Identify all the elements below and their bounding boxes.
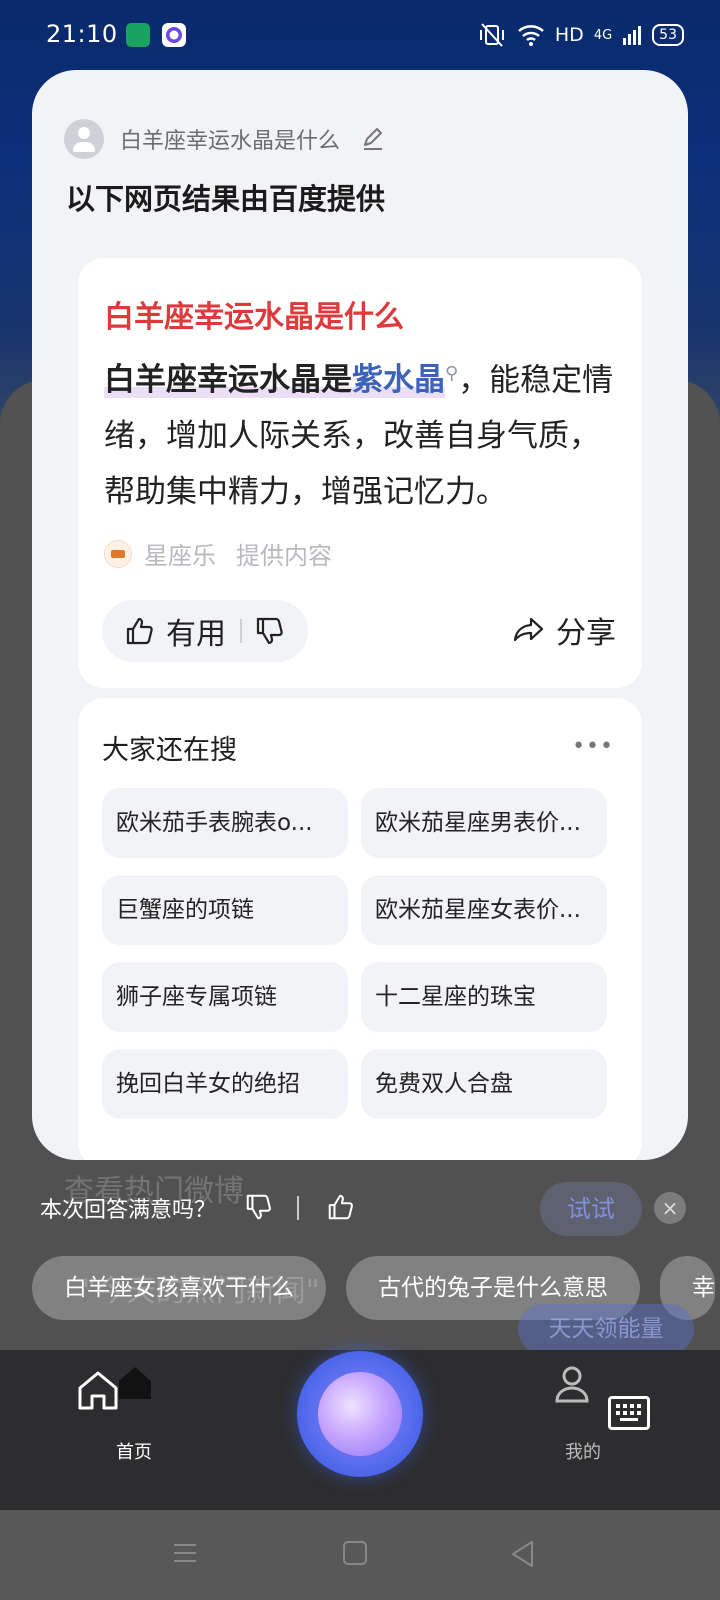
- thumbs-down-icon[interactable]: [254, 615, 286, 647]
- assistant-notification-icon: [162, 23, 186, 47]
- related-chip[interactable]: 免费双人合盘: [361, 1049, 607, 1119]
- useful-label[interactable]: 有用: [166, 609, 226, 653]
- divider: [297, 1196, 299, 1220]
- related-chip[interactable]: 挽回白羊女的绝招: [102, 1049, 348, 1119]
- signal-icon: [623, 26, 642, 45]
- nav-me-label: 我的: [565, 1442, 601, 1463]
- close-icon[interactable]: ×: [654, 1192, 686, 1224]
- query-row: 白羊座幸运水晶是什么: [64, 118, 386, 160]
- try-button[interactable]: 试试: [540, 1182, 642, 1236]
- related-chip[interactable]: 巨蟹座的项链: [102, 875, 348, 945]
- feedback-pill: 有用: [102, 600, 308, 662]
- keyboard-icon[interactable]: [608, 1396, 650, 1430]
- signal-label: 4G: [593, 27, 613, 43]
- app-notification-icon: [126, 23, 150, 47]
- source-logo-icon: [104, 539, 132, 568]
- share-icon: [513, 617, 544, 642]
- network-label: HD: [554, 24, 584, 46]
- related-chip[interactable]: 狮子座专属项链: [102, 962, 348, 1032]
- answer-card: 白羊座幸运水晶是什么 白羊座幸运水晶是紫水晶⚲，能稳定情绪，增加人际关系，改善自…: [78, 258, 642, 688]
- related-searches: 大家还在搜 ••• 欧米茄手表腕表o... 欧米茄星座男表价... 巨蟹座的项链…: [78, 698, 642, 1160]
- source-name: 星座乐: [144, 542, 216, 570]
- energy-button[interactable]: 天天领能量: [518, 1304, 694, 1354]
- answer-panel: 白羊座幸运水晶是什么 以下网页结果由百度提供 白羊座幸运水晶是什么 白羊座幸运水…: [32, 70, 688, 1160]
- nav-home-label: 首页: [116, 1442, 152, 1463]
- status-time: 21:10: [46, 20, 118, 48]
- answer-highlight-prefix: 白羊座幸运水晶是: [104, 362, 352, 399]
- status-indicators: HD 4G 53: [477, 20, 684, 50]
- profile-icon[interactable]: [554, 1364, 590, 1404]
- thumbs-down-icon[interactable]: [244, 1192, 274, 1222]
- vibrate-off-icon: [479, 23, 504, 47]
- thumbs-up-icon[interactable]: [124, 615, 156, 647]
- battery-icon: 53: [652, 24, 684, 46]
- back-icon[interactable]: [510, 1540, 536, 1568]
- related-title: 大家还在搜: [102, 735, 237, 766]
- status-bar: 21:10 HD 4G 53: [0, 0, 720, 72]
- home-button-icon[interactable]: [342, 1540, 368, 1566]
- nav-home[interactable]: [74, 1364, 214, 1444]
- share-label: 分享: [556, 616, 616, 651]
- related-chip[interactable]: 十二星座的珠宝: [361, 962, 607, 1032]
- related-chip[interactable]: 欧米茄星座女表价...: [361, 875, 607, 945]
- menu-icon[interactable]: [172, 1540, 198, 1566]
- edit-icon[interactable]: [360, 126, 386, 152]
- satisfaction-question: 本次回答满意吗？: [40, 1198, 217, 1223]
- source-row[interactable]: 星座乐 提供内容: [104, 536, 332, 571]
- answer-title[interactable]: 白羊座幸运水晶是什么: [104, 292, 404, 336]
- provider-title: 以下网页结果由百度提供: [66, 182, 386, 216]
- wifi-icon: [518, 25, 544, 46]
- voice-assistant-button[interactable]: [297, 1351, 423, 1477]
- home-filled-icon: [119, 1367, 151, 1399]
- answer-body: 白羊座幸运水晶是紫水晶⚲，能稳定情绪，增加人际关系，改善自身气质，帮助集中精力，…: [104, 346, 624, 520]
- related-chip[interactable]: 欧米茄星座男表价...: [361, 788, 607, 858]
- avatar: [64, 119, 104, 159]
- divider: [240, 619, 242, 643]
- more-icon[interactable]: •••: [572, 734, 614, 759]
- source-suffix: 提供内容: [236, 542, 332, 570]
- assistant-orb-icon: [318, 1372, 402, 1456]
- home-outline-icon: [78, 1371, 118, 1410]
- search-icon[interactable]: ⚲: [445, 363, 458, 384]
- query-text: 白羊座幸运水晶是什么: [120, 129, 341, 154]
- share-button[interactable]: 分享: [512, 608, 616, 652]
- suggestion-chip[interactable]: 白羊座女孩喜欢干什么: [32, 1256, 326, 1320]
- thumbs-up-icon[interactable]: [326, 1192, 356, 1222]
- answer-highlight-term[interactable]: 紫水晶: [352, 362, 445, 399]
- related-chip[interactable]: 欧米茄手表腕表o...: [102, 788, 348, 858]
